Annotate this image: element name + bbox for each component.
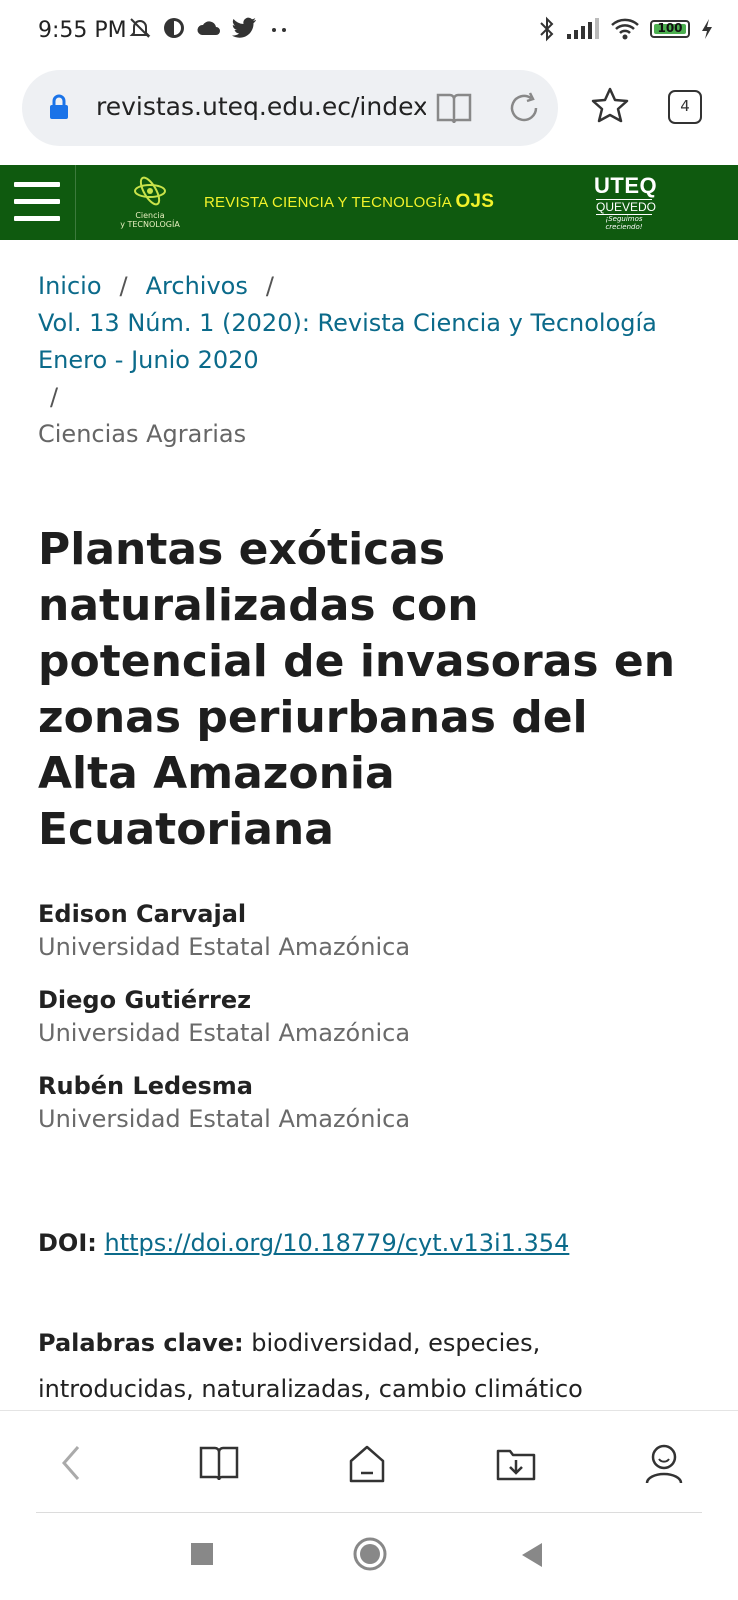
more-dots-icon — [272, 28, 286, 32]
status-time: 9:55 PM — [38, 18, 127, 43]
article-title: Plantas exóticas naturalizadas con poten… — [38, 524, 676, 855]
status-bar: 9:55 PM 100 — [0, 0, 738, 64]
breadcrumb-separator: / — [265, 272, 274, 300]
breadcrumb-current: Ciencias Agrarias — [38, 420, 247, 448]
url-text[interactable]: revistas.uteq.edu.ec/index — [96, 92, 426, 121]
bookmark-star-icon[interactable] — [590, 86, 630, 126]
breadcrumb: Inicio / Archivos / Vol. 13 Núm. 1 (2020): … — [38, 268, 700, 453]
hamburger-menu-icon[interactable] — [14, 182, 60, 222]
breadcrumb-issue[interactable]: Vol. 13 Núm. 1 (2020): Revista Ciencia y… — [38, 309, 657, 374]
breadcrumb-separator: / — [119, 272, 128, 300]
cloud-icon — [197, 21, 220, 35]
uteq-logo-slogan: ¡Seguimos creciendo! — [605, 215, 643, 231]
address-bar[interactable]: revistas.uteq.edu.ec/index — [22, 70, 558, 146]
author-affiliation: Universidad Estatal Amazónica — [38, 933, 411, 961]
mute-icon — [129, 18, 151, 38]
bookmarks-icon[interactable] — [198, 1443, 240, 1483]
logo-text-tecnologia: y TECNOLOGÍA — [120, 220, 180, 229]
back-nav-icon[interactable] — [520, 1542, 544, 1568]
site-title-text: REVISTA CIENCIA Y TECNOLOGÍA — [204, 194, 452, 211]
author-affiliation: Universidad Estatal Amazónica — [38, 1105, 411, 1133]
atom-logo-icon — [134, 176, 166, 206]
uteq-logo-quevedo: QUEVEDO — [596, 199, 657, 215]
author-affiliation: Universidad Estatal Amazónica — [38, 1019, 411, 1047]
site-header: Ciencia y TECNOLOGÍA REVISTA CIENCIA Y T… — [0, 165, 738, 240]
breadcrumb-separator: / — [50, 383, 59, 411]
tabs-button[interactable]: 4 — [668, 90, 702, 124]
uteq-logo[interactable]: UTEQ QUEVEDO ¡Seguimos creciendo! — [594, 173, 658, 231]
wifi-icon — [611, 18, 639, 40]
recents-icon[interactable] — [190, 1542, 214, 1566]
reload-icon[interactable] — [506, 90, 542, 126]
charging-icon — [702, 19, 712, 39]
author-item: Rubén Ledesma Universidad Estatal Amazón… — [38, 1070, 698, 1136]
signal-icon — [567, 18, 599, 39]
bluetooth-icon — [540, 16, 554, 42]
author-name: Diego Gutiérrez — [38, 986, 252, 1014]
browser-bottom-toolbar — [0, 1410, 738, 1515]
author-name: Edison Carvajal — [38, 900, 247, 928]
home-nav-icon[interactable] — [352, 1536, 388, 1572]
back-icon[interactable] — [58, 1443, 86, 1483]
doi-row: DOI: https://doi.org/10.18779/cyt.v13i1.… — [38, 1229, 569, 1257]
site-title-ojs: OJS — [455, 191, 495, 212]
vpn-icon — [164, 18, 184, 38]
reader-mode-icon[interactable] — [434, 90, 474, 126]
logo-text-ciencia: Ciencia — [135, 211, 165, 220]
author-item: Diego Gutiérrez Universidad Estatal Amaz… — [38, 984, 698, 1050]
journal-logo[interactable]: Ciencia y TECNOLOGÍA — [120, 175, 180, 231]
uteq-logo-text: UTEQ — [594, 173, 658, 198]
lock-icon — [50, 94, 68, 119]
keywords: Palabras clave: biodiversidad, especies,… — [38, 1320, 688, 1412]
profile-icon[interactable] — [644, 1443, 684, 1485]
system-navigation-bar — [0, 1514, 738, 1600]
twitter-icon — [232, 17, 256, 38]
doi-label: DOI: — [38, 1229, 97, 1257]
breadcrumb-home[interactable]: Inicio — [38, 272, 102, 300]
keywords-label: Palabras clave: — [38, 1329, 244, 1357]
doi-link[interactable]: https://doi.org/10.18779/cyt.v13i1.354 — [105, 1229, 570, 1257]
header-divider — [75, 165, 76, 240]
toolbar-divider — [36, 1512, 702, 1513]
author-name: Rubén Ledesma — [38, 1072, 253, 1100]
site-title[interactable]: REVISTA CIENCIA Y TECNOLOGÍA OJS — [204, 191, 494, 213]
author-list: Edison Carvajal Universidad Estatal Amaz… — [38, 898, 698, 1156]
home-icon[interactable] — [346, 1443, 388, 1485]
author-item: Edison Carvajal Universidad Estatal Amaz… — [38, 898, 698, 964]
downloads-icon[interactable] — [494, 1443, 538, 1483]
breadcrumb-archives[interactable]: Archivos — [146, 272, 248, 300]
battery-icon: 100 — [650, 20, 690, 38]
